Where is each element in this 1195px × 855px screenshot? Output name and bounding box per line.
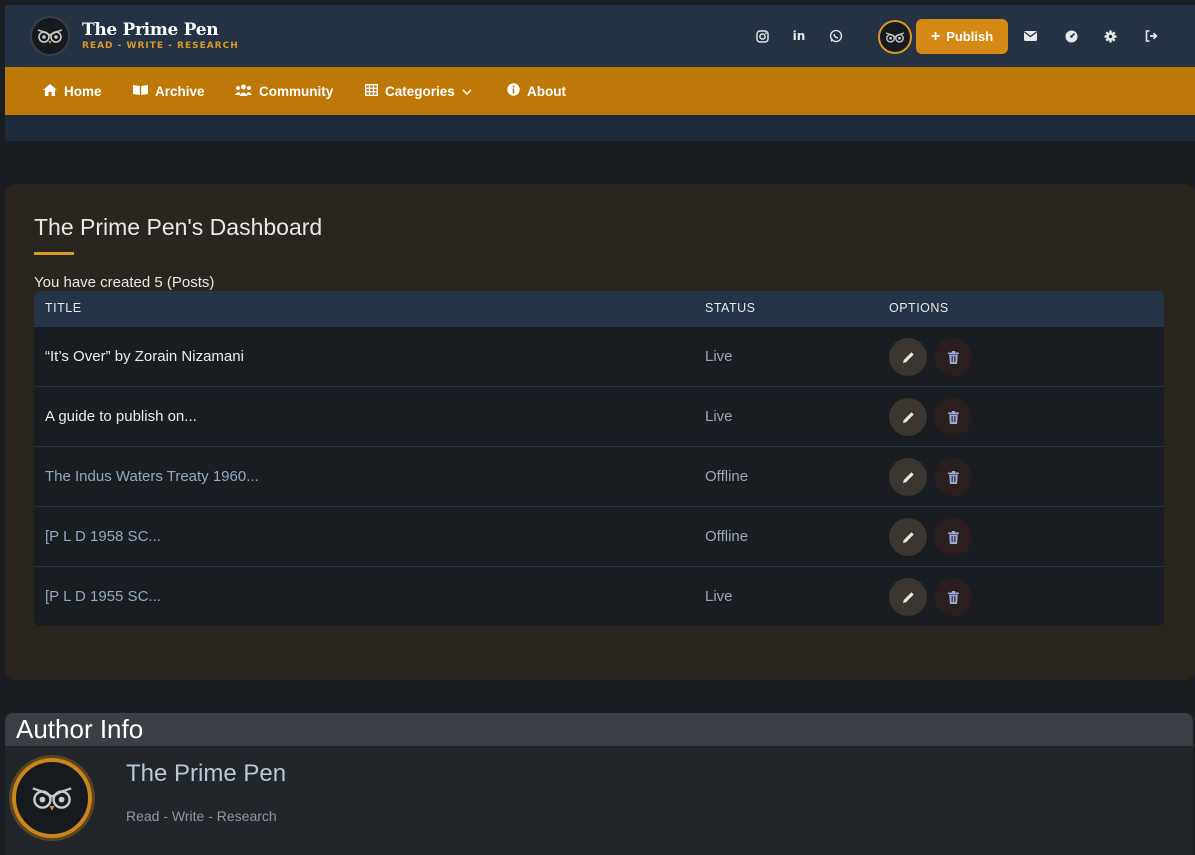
- chevron-down-icon: [462, 84, 472, 99]
- mail-icon[interactable]: [1021, 27, 1039, 45]
- delete-button[interactable]: [934, 338, 972, 376]
- brand-title[interactable]: The Prime Pen: [82, 20, 219, 40]
- author-tagline: Read - Write - Research: [126, 808, 277, 824]
- table-row: [P L D 1958 SC... Offline: [34, 506, 1164, 566]
- post-status: Offline: [705, 468, 749, 485]
- pencil-icon: [902, 591, 914, 603]
- publish-label: Publish: [946, 29, 994, 44]
- edit-button[interactable]: [889, 458, 927, 496]
- dashboard-panel: The Prime Pen's Dashboard You have creat…: [5, 184, 1195, 680]
- logout-icon[interactable]: [1142, 27, 1160, 45]
- edit-button[interactable]: [889, 518, 927, 556]
- post-title[interactable]: [P L D 1955 SC...: [45, 588, 161, 605]
- delete-button[interactable]: [934, 518, 972, 556]
- nav-archive[interactable]: Archive: [133, 67, 205, 115]
- pencil-icon: [902, 351, 914, 363]
- post-count: You have created 5 (Posts): [34, 274, 215, 291]
- post-title[interactable]: A guide to publish on...: [45, 408, 197, 425]
- delete-button[interactable]: [934, 398, 972, 436]
- plus-icon: +: [930, 27, 941, 45]
- users-icon: [235, 84, 252, 99]
- trash-icon: [947, 410, 959, 424]
- home-icon: [43, 83, 57, 99]
- pencil-icon: [902, 411, 914, 423]
- post-status: Live: [705, 348, 733, 365]
- column-title: TITLE: [45, 301, 82, 315]
- author-info-heading: Author Info: [16, 714, 144, 744]
- publish-button[interactable]: + Publish: [916, 19, 1008, 54]
- nav-about-label: About: [527, 83, 566, 99]
- linkedin-icon[interactable]: in: [790, 27, 808, 45]
- column-status: STATUS: [705, 301, 756, 315]
- site-logo[interactable]: [30, 16, 70, 56]
- brand-tagline: READ - WRITE - RESEARCH: [82, 41, 239, 51]
- author-info-header: Author Info: [5, 713, 1193, 746]
- edit-button[interactable]: [889, 338, 927, 376]
- book-open-icon: [133, 84, 148, 98]
- nav-archive-label: Archive: [155, 83, 205, 99]
- nav-community-label: Community: [259, 83, 334, 99]
- table-row: [P L D 1955 SC... Live: [34, 566, 1164, 626]
- nav-community[interactable]: Community: [235, 67, 333, 115]
- owl-avatar-icon: [885, 31, 905, 43]
- nav-categories-label: Categories: [385, 83, 455, 99]
- trash-icon: [947, 590, 959, 604]
- trash-icon: [947, 470, 959, 484]
- settings-icon[interactable]: [1101, 27, 1119, 45]
- nav-about[interactable]: About: [507, 67, 566, 115]
- delete-button[interactable]: [934, 458, 972, 496]
- column-options: OPTIONS: [889, 301, 949, 315]
- pencil-icon: [902, 531, 914, 543]
- main-nav: Home Archive Community Categories About: [5, 67, 1195, 115]
- post-status: Live: [705, 588, 733, 605]
- owl-avatar-icon: [32, 787, 72, 811]
- nav-underbar: [5, 115, 1195, 141]
- nav-categories[interactable]: Categories: [364, 67, 472, 115]
- info-icon: [507, 83, 520, 99]
- post-title[interactable]: The Indus Waters Treaty 1960...: [45, 468, 259, 485]
- author-avatar[interactable]: [12, 758, 92, 838]
- table-row: A guide to publish on... Live: [34, 386, 1164, 446]
- table-header: TITLE STATUS OPTIONS: [34, 291, 1164, 326]
- edit-button[interactable]: [889, 398, 927, 436]
- top-header: The Prime Pen READ - WRITE - RESEARCH in…: [5, 5, 1195, 67]
- dashboard-title: The Prime Pen's Dashboard: [34, 214, 323, 240]
- trash-icon: [947, 350, 959, 364]
- owl-logo-icon: [37, 29, 63, 44]
- instagram-icon[interactable]: [753, 27, 771, 45]
- edit-button[interactable]: [889, 578, 927, 616]
- posts-table: TITLE STATUS OPTIONS “It’s Over” by Zora…: [34, 291, 1164, 626]
- nav-home[interactable]: Home: [43, 67, 102, 115]
- table-row: “It’s Over” by Zorain Nizamani Live: [34, 326, 1164, 386]
- post-title[interactable]: “It’s Over” by Zorain Nizamani: [45, 348, 244, 365]
- author-info-card: The Prime Pen Read - Write - Research: [5, 746, 1193, 855]
- post-title[interactable]: [P L D 1958 SC...: [45, 528, 161, 545]
- author-name[interactable]: The Prime Pen: [126, 760, 286, 788]
- delete-button[interactable]: [934, 578, 972, 616]
- title-underline: [34, 252, 74, 255]
- table-row: The Indus Waters Treaty 1960... Offline: [34, 446, 1164, 506]
- dashboard-icon[interactable]: [1062, 27, 1080, 45]
- table-icon: [364, 83, 379, 99]
- whatsapp-icon[interactable]: [827, 27, 845, 45]
- user-avatar[interactable]: [878, 20, 912, 54]
- post-status: Offline: [705, 528, 749, 545]
- post-status: Live: [705, 408, 733, 425]
- pencil-icon: [902, 471, 914, 483]
- nav-home-label: Home: [64, 83, 102, 99]
- trash-icon: [947, 530, 959, 544]
- linkedin-icon-text: in: [792, 29, 806, 43]
